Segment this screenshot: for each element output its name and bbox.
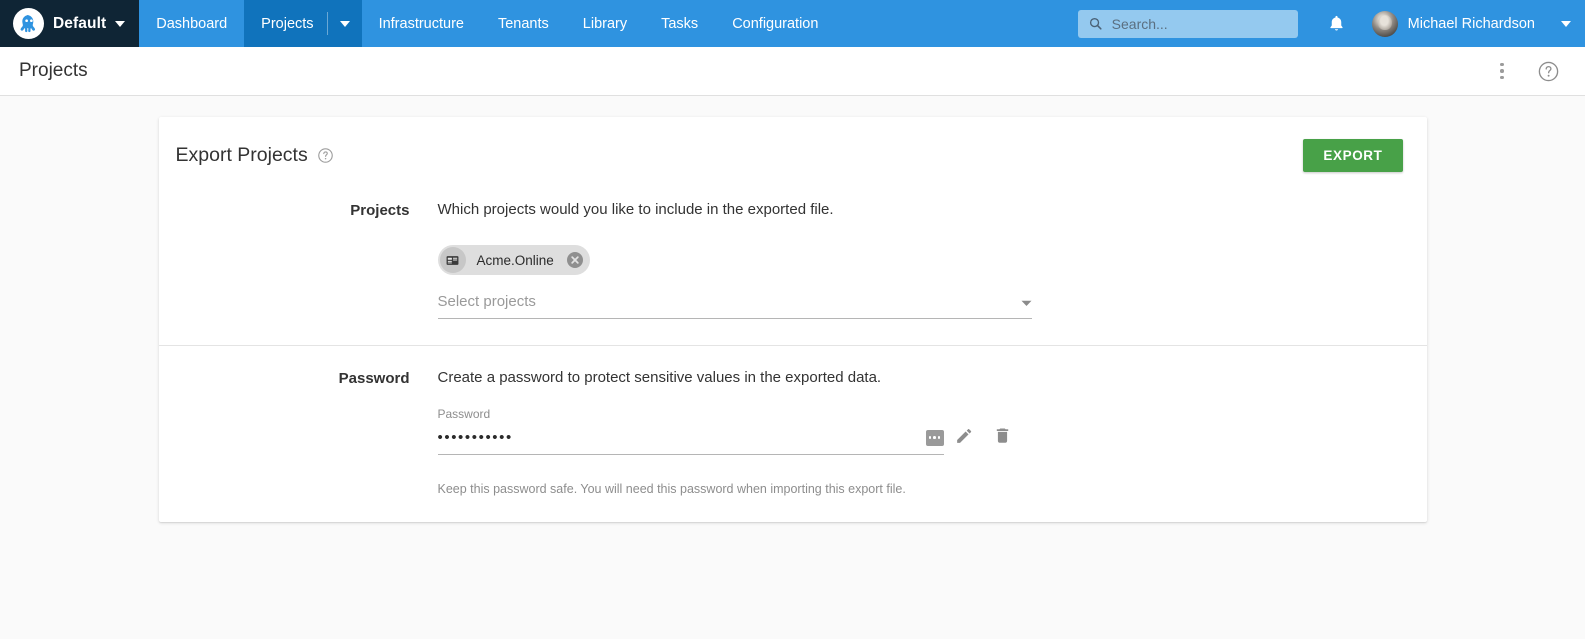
form-row-password: Password Create a password to protect se… (158, 345, 1427, 521)
user-menu[interactable]: Michael Richardson (1358, 0, 1571, 47)
nav-item-projects-group: Projects (244, 0, 362, 47)
page-content: Export Projects EXPORT Projects Which pr… (0, 96, 1585, 638)
page-title: Projects (19, 60, 88, 81)
password-input[interactable]: ••••••••••• (437, 429, 944, 455)
nav-label: Configuration (732, 15, 819, 32)
page-help-button[interactable] (1533, 56, 1563, 86)
pencil-icon[interactable] (954, 425, 975, 446)
show-password-icon[interactable] (925, 429, 944, 446)
space-switcher-default[interactable]: Default (0, 0, 140, 47)
nav-item-tenants[interactable]: Tenants (481, 0, 566, 47)
space-name-label: Default (53, 14, 107, 32)
kebab-menu-icon (1500, 62, 1504, 80)
password-hint: Keep this password safe. You will need t… (437, 481, 906, 496)
nav-item-projects[interactable]: Projects (244, 0, 327, 47)
select-projects-dropdown[interactable]: Select projects (437, 293, 1032, 320)
row-label-projects: Projects (350, 202, 410, 219)
nav-label: Dashboard (156, 15, 228, 32)
trash-icon[interactable] (993, 425, 1012, 446)
chip-label: Acme.Online (476, 252, 554, 268)
projects-description: Which projects would you like to include… (437, 201, 834, 218)
caret-down-icon (115, 20, 126, 27)
password-field-label: Password (437, 406, 491, 421)
close-circle-icon[interactable] (564, 249, 586, 271)
caret-down-icon (1561, 20, 1571, 27)
page-header: Projects (0, 47, 1585, 96)
nav-label: Projects (261, 15, 314, 32)
nav-projects-dropdown-button[interactable] (328, 0, 362, 47)
project-card-icon (439, 247, 466, 274)
search-icon (1088, 16, 1103, 31)
notifications-button[interactable] (1316, 0, 1358, 47)
primary-nav-links: Dashboard Projects Infrastructure Tenant… (139, 0, 835, 47)
nav-item-dashboard[interactable]: Dashboard (139, 0, 244, 47)
octopus-logo-icon (13, 8, 44, 39)
user-avatar (1371, 10, 1398, 37)
export-button[interactable]: EXPORT (1303, 139, 1403, 172)
select-projects-placeholder: Select projects (437, 293, 536, 311)
password-field-wrapper: Password ••••••••••• Keep this password … (437, 406, 1032, 496)
nav-item-tasks[interactable]: Tasks (644, 0, 715, 47)
top-navigation-bar: Default Dashboard Projects Infrastructur… (0, 0, 1585, 47)
caret-down-icon (339, 20, 350, 27)
nav-item-infrastructure[interactable]: Infrastructure (362, 0, 481, 47)
bell-icon (1327, 13, 1346, 34)
chip-acme-online: Acme.Online (437, 245, 590, 276)
search-placeholder: Search... (1111, 15, 1168, 32)
user-name-label: Michael Richardson (1407, 15, 1535, 32)
nav-label: Infrastructure (378, 15, 464, 32)
form-row-projects: Projects Which projects would you like t… (159, 192, 1427, 345)
card-title: Export Projects (175, 144, 308, 166)
password-description: Create a password to protect sensitive v… (437, 369, 882, 387)
nav-item-library[interactable]: Library (566, 0, 644, 47)
row-body-projects: Which projects would you like to include… (437, 200, 1403, 320)
app-root: Default Dashboard Projects Infrastructur… (0, 0, 1585, 639)
password-actions (954, 425, 1012, 446)
nav-label: Tasks (661, 15, 699, 32)
nav-right-group: Search... Michael Richardson (1077, 0, 1585, 47)
password-value: ••••••••••• (437, 429, 513, 446)
caret-down-icon (1021, 300, 1032, 307)
row-label-password: Password (338, 370, 410, 388)
card-header: Export Projects EXPORT (159, 117, 1427, 192)
page-overflow-menu-button[interactable] (1487, 56, 1517, 86)
help-circle-icon (1537, 60, 1560, 83)
row-body-password: Create a password to protect sensitive v… (437, 368, 1403, 496)
page-header-actions (1487, 56, 1563, 86)
nav-label: Library (582, 15, 628, 32)
export-projects-card: Export Projects EXPORT Projects Which pr… (158, 117, 1427, 522)
nav-label: Tenants (497, 15, 549, 32)
search-input[interactable]: Search... (1077, 9, 1298, 38)
nav-item-configuration[interactable]: Configuration (715, 0, 835, 47)
selected-projects-chips: Acme.Online (437, 245, 1403, 276)
card-title-help-icon[interactable] (317, 147, 334, 164)
